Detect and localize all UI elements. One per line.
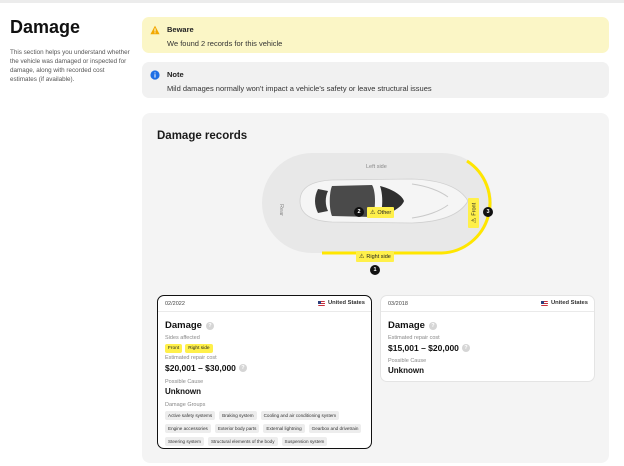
side-chip: Right side — [185, 344, 213, 353]
rear-label: Rear — [277, 204, 284, 216]
repair-cost: $20,001 – $30,000 ? — [165, 363, 247, 373]
damage-record-card[interactable]: 03/2018 United States Damage ? Estimated… — [380, 295, 595, 382]
marker-1[interactable]: 1 — [370, 265, 380, 275]
record-title-text: Damage — [165, 320, 202, 331]
damage-group-chip: Cooling and air conditioning system — [260, 411, 340, 420]
card-header: 02/2022 United States — [158, 296, 371, 312]
damage-records-title: Damage records — [157, 130, 248, 142]
beware-text: We found 2 records for this vehicle — [167, 39, 283, 48]
section-intro: Damage This section helps you understand… — [10, 17, 132, 84]
marker-2[interactable]: 2 — [354, 207, 364, 217]
possible-cause-value: Unknown — [165, 387, 201, 396]
damage-group-chip: Gearbox and drivetrain — [308, 424, 362, 433]
damage-group-chip: Steering system — [165, 437, 204, 446]
record-date: 03/2018 — [388, 301, 408, 307]
damage-groups: Active safety systems Braking system Coo… — [165, 411, 365, 446]
damage-group-chip: Engine accessories — [165, 424, 211, 433]
damage-group-chip: Exterior body parts — [214, 424, 260, 433]
tag-other[interactable]: ⚠ Other — [367, 207, 395, 218]
record-title: Damage ? — [388, 320, 437, 331]
note-alert: Note Mild damages normally won't impact … — [142, 62, 609, 98]
warning-icon: ⚠ — [471, 217, 477, 224]
damage-record-card[interactable]: 02/2022 United States Damage ? Sides aff… — [157, 295, 372, 449]
page-description: This section helps you understand whethe… — [10, 49, 130, 83]
warning-icon — [150, 25, 160, 35]
repair-cost: $15,001 – $20,000 ? — [388, 343, 470, 353]
possible-cause-label: Possible Cause — [388, 358, 427, 364]
note-title: Note — [167, 70, 184, 79]
repair-cost-value: $15,001 – $20,000 — [388, 343, 459, 353]
damage-group-chip: Structural elements of the body — [207, 437, 278, 446]
damage-group-chip: Active safety systems — [165, 411, 216, 420]
help-icon[interactable]: ? — [238, 364, 247, 372]
top-divider — [0, 0, 624, 3]
damage-group-chip: Braking system — [219, 411, 257, 420]
page-title: Damage — [10, 17, 81, 37]
side-chip: Front — [165, 344, 183, 353]
help-icon[interactable]: ? — [205, 321, 214, 330]
tag-right-side-label: Right side — [366, 253, 391, 260]
tag-right-side[interactable]: ⚠ Right side — [356, 251, 394, 262]
tag-other-label: Other — [377, 209, 392, 216]
help-icon[interactable]: ? — [428, 321, 437, 330]
sides-affected-chips: Front Right side — [165, 344, 213, 353]
info-icon — [150, 70, 160, 80]
beware-title: Beware — [167, 25, 194, 34]
country-label: United States — [550, 300, 588, 306]
repair-cost-label: Estimated repair cost — [388, 335, 440, 341]
help-icon[interactable]: ? — [461, 344, 470, 352]
record-country: United States — [317, 300, 365, 306]
damage-groups-label: Damage Groups — [165, 402, 206, 408]
note-text: Mild damages normally won't impact a veh… — [167, 84, 432, 93]
tag-front-label: Front — [470, 202, 477, 216]
possible-cause-value: Unknown — [388, 366, 424, 375]
record-country: United States — [540, 300, 588, 306]
beware-alert: Beware We found 2 records for this vehic… — [142, 17, 609, 53]
repair-cost-label: Estimated repair cost — [165, 355, 217, 361]
record-title: Damage ? — [165, 320, 214, 331]
damage-group-chip: Suspension system — [281, 437, 328, 446]
left-side-label: Left side — [366, 164, 387, 170]
record-title-text: Damage — [388, 320, 425, 331]
us-flag-icon — [317, 300, 325, 306]
warning-icon: ⚠ — [359, 254, 365, 260]
country-label: United States — [327, 300, 365, 306]
us-flag-icon — [540, 300, 548, 306]
damage-group-chip: External lightning — [263, 424, 305, 433]
marker-3[interactable]: 3 — [483, 207, 493, 217]
damage-records-panel: Damage records Left side Rear 2 ⚠ Other … — [142, 113, 609, 463]
record-date: 02/2022 — [165, 301, 185, 307]
repair-cost-value: $20,001 – $30,000 — [165, 363, 236, 373]
warning-icon: ⚠ — [370, 210, 376, 216]
possible-cause-label: Possible Cause — [165, 379, 204, 385]
tag-front[interactable]: ⚠ Front — [468, 198, 479, 228]
sides-affected-label: Sides affected — [165, 335, 200, 341]
card-header: 03/2018 United States — [381, 296, 594, 312]
